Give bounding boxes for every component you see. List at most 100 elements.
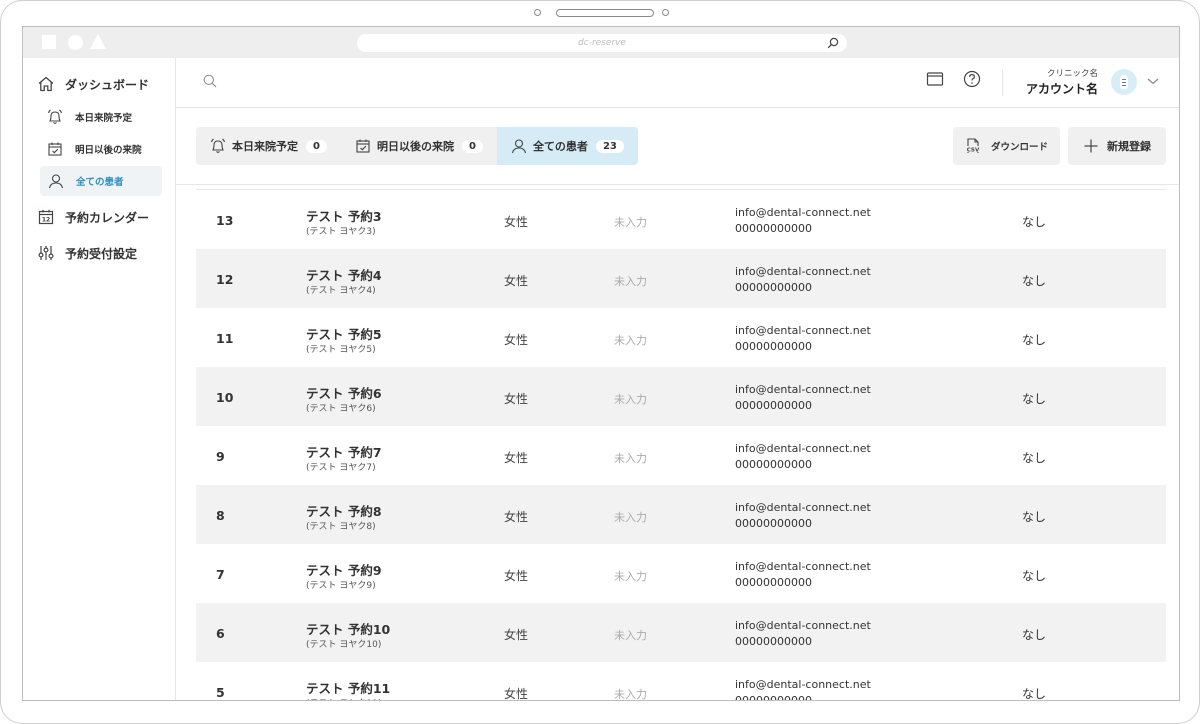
patient-name: テスト 予約7 <box>306 445 382 460</box>
chevron-down-icon[interactable] <box>1146 76 1160 86</box>
sidebar-item-dashboard[interactable]: ダッシュボード <box>37 72 149 96</box>
speaker-slot <box>556 9 654 17</box>
patient-kana: (テスト ヨヤク4) <box>306 286 376 296</box>
patient-phone: 00000000000 <box>735 458 812 471</box>
sidebar-item-label: 予約受付設定 <box>65 246 138 261</box>
patient-email: info@dental-connect.net <box>735 265 871 278</box>
patient-id: 11 <box>216 331 234 346</box>
table-row[interactable]: 13 テスト 予約3 (テスト ヨヤク3) 女性 未入力 info@dental… <box>196 190 1166 249</box>
tab-today[interactable]: 本日来院予定 0 <box>196 127 341 165</box>
patient-name: テスト 予約9 <box>306 563 382 578</box>
table-row[interactable]: 6 テスト 予約10 (テスト ヨヤク10) 女性 未入力 info@denta… <box>196 603 1166 662</box>
table-row[interactable]: 9 テスト 予約7 (テスト ヨヤク7) 女性 未入力 info@dental-… <box>196 426 1166 485</box>
patient-kana: (テスト ヨヤク10) <box>306 640 382 650</box>
patient-kana: (テスト ヨヤク7) <box>306 463 376 473</box>
patient-email: info@dental-connect.net <box>735 383 871 396</box>
patient-email: info@dental-connect.net <box>735 442 871 455</box>
patient-gender: 女性 <box>504 628 529 642</box>
calendar-check-icon <box>48 142 62 156</box>
plus-icon <box>1084 139 1098 153</box>
patient-kana: (テスト ヨヤク6) <box>306 404 376 414</box>
patient-id: 7 <box>216 567 225 582</box>
patient-gender: 女性 <box>504 274 529 288</box>
search-icon[interactable] <box>203 74 217 88</box>
user-icon <box>48 174 64 189</box>
patient-note: なし <box>1022 392 1047 406</box>
tooth-icon <box>1120 75 1128 89</box>
tab-upcoming[interactable]: 明日以後の来院 0 <box>341 127 497 165</box>
patient-id: 12 <box>216 272 234 287</box>
camera-dot <box>662 9 669 16</box>
sidebar-item-label: 全ての患者 <box>76 177 124 188</box>
patient-note: なし <box>1022 687 1047 701</box>
download-button[interactable]: CSV ダウンロード <box>953 127 1060 165</box>
search-icon[interactable] <box>827 37 839 49</box>
triangle-icon <box>90 34 106 49</box>
patient-kana: (テスト ヨヤク11) <box>306 696 381 700</box>
patient-gender: 女性 <box>504 392 529 406</box>
patient-gender: 女性 <box>504 687 529 701</box>
sidebar-item-label: 明日以後の来院 <box>75 145 142 156</box>
sidebar-item-calendar[interactable]: 12 予約カレンダー <box>37 205 149 229</box>
patient-note: なし <box>1022 628 1047 642</box>
patient-birthdate: 未入力 <box>614 216 647 229</box>
patient-id: 13 <box>216 213 234 228</box>
patient-email: info@dental-connect.net <box>735 501 871 514</box>
bell-icon <box>210 138 226 153</box>
csv-label: CSV <box>967 147 980 153</box>
tab-label: 明日以後の来院 <box>376 140 454 153</box>
sliders-icon <box>38 246 54 260</box>
new-registration-button[interactable]: 新規登録 <box>1068 127 1166 165</box>
patient-phone: 00000000000 <box>735 281 812 294</box>
clinic-name: クリニック名 <box>1046 69 1098 79</box>
patient-name: テスト 予約10 <box>306 622 391 637</box>
table-row[interactable]: 5 テスト 予約11 (テスト ヨヤク11) 女性 未入力 info@denta… <box>196 662 1166 701</box>
user-icon <box>511 139 526 154</box>
browser-bar: dc-reserve <box>23 27 1179 58</box>
patient-phone: 00000000000 <box>735 635 812 648</box>
patient-note: なし <box>1022 274 1047 288</box>
table-row[interactable]: 8 テスト 予約8 (テスト ヨヤク8) 女性 未入力 info@dental-… <box>196 485 1166 544</box>
patient-birthdate: 未入力 <box>614 452 647 465</box>
patient-birthdate: 未入力 <box>614 688 647 701</box>
patient-email: info@dental-connect.net <box>735 560 871 573</box>
url-bar[interactable]: dc-reserve <box>357 34 847 52</box>
tab-count-badge: 0 <box>461 139 483 153</box>
patient-id: 8 <box>216 508 225 523</box>
table-row[interactable]: 7 テスト 予約9 (テスト ヨヤク9) 女性 未入力 info@dental-… <box>196 544 1166 603</box>
table-row[interactable]: 12 テスト 予約4 (テスト ヨヤク4) 女性 未入力 info@dental… <box>196 249 1166 308</box>
patient-kana: (テスト ヨヤク8) <box>306 522 376 532</box>
patient-kana: (テスト ヨヤク9) <box>306 581 376 591</box>
url-text: dc-reserve <box>578 38 626 48</box>
help-icon[interactable] <box>963 70 981 88</box>
patient-email: info@dental-connect.net <box>735 619 871 632</box>
patient-note: なし <box>1022 451 1047 465</box>
sidebar-item-settings[interactable]: 予約受付設定 <box>37 241 137 265</box>
svg-text:12: 12 <box>42 217 50 224</box>
patient-phone: 00000000000 <box>735 517 812 530</box>
window-icon[interactable] <box>926 71 944 87</box>
table-row[interactable]: 11 テスト 予約5 (テスト ヨヤク5) 女性 未入力 info@dental… <box>196 308 1166 367</box>
patient-gender: 女性 <box>504 333 529 347</box>
account-name: アカウント名 <box>1025 82 1098 96</box>
sidebar-item-today[interactable]: 本日来院予定 <box>47 105 132 129</box>
patient-name: テスト 予約3 <box>306 209 382 224</box>
patient-birthdate: 未入力 <box>614 275 647 288</box>
patient-table: 13 テスト 予約3 (テスト ヨヤク3) 女性 未入力 info@dental… <box>176 185 1179 701</box>
avatar[interactable] <box>1111 69 1137 95</box>
patient-id: 10 <box>216 390 234 405</box>
circle-icon <box>68 35 83 50</box>
tab-count-badge: 23 <box>595 139 624 153</box>
home-icon <box>38 76 54 92</box>
patient-kana: (テスト ヨヤク3) <box>306 227 376 237</box>
tab-all-patients[interactable]: 全ての患者 23 <box>496 127 638 165</box>
sidebar-item-label: ダッシュボード <box>65 77 150 92</box>
bell-icon <box>47 109 63 124</box>
sidebar-item-upcoming[interactable]: 明日以後の来院 <box>47 137 142 161</box>
patient-phone: 00000000000 <box>735 399 812 412</box>
table-row[interactable]: 10 テスト 予約6 (テスト ヨヤク6) 女性 未入力 info@dental… <box>196 367 1166 426</box>
patient-rows: 13 テスト 予約3 (テスト ヨヤク3) 女性 未入力 info@dental… <box>196 190 1166 701</box>
patient-gender: 女性 <box>504 569 529 583</box>
sidebar-item-all-patients[interactable]: 全ての患者 <box>40 166 162 196</box>
calendar-check-icon <box>356 139 370 153</box>
